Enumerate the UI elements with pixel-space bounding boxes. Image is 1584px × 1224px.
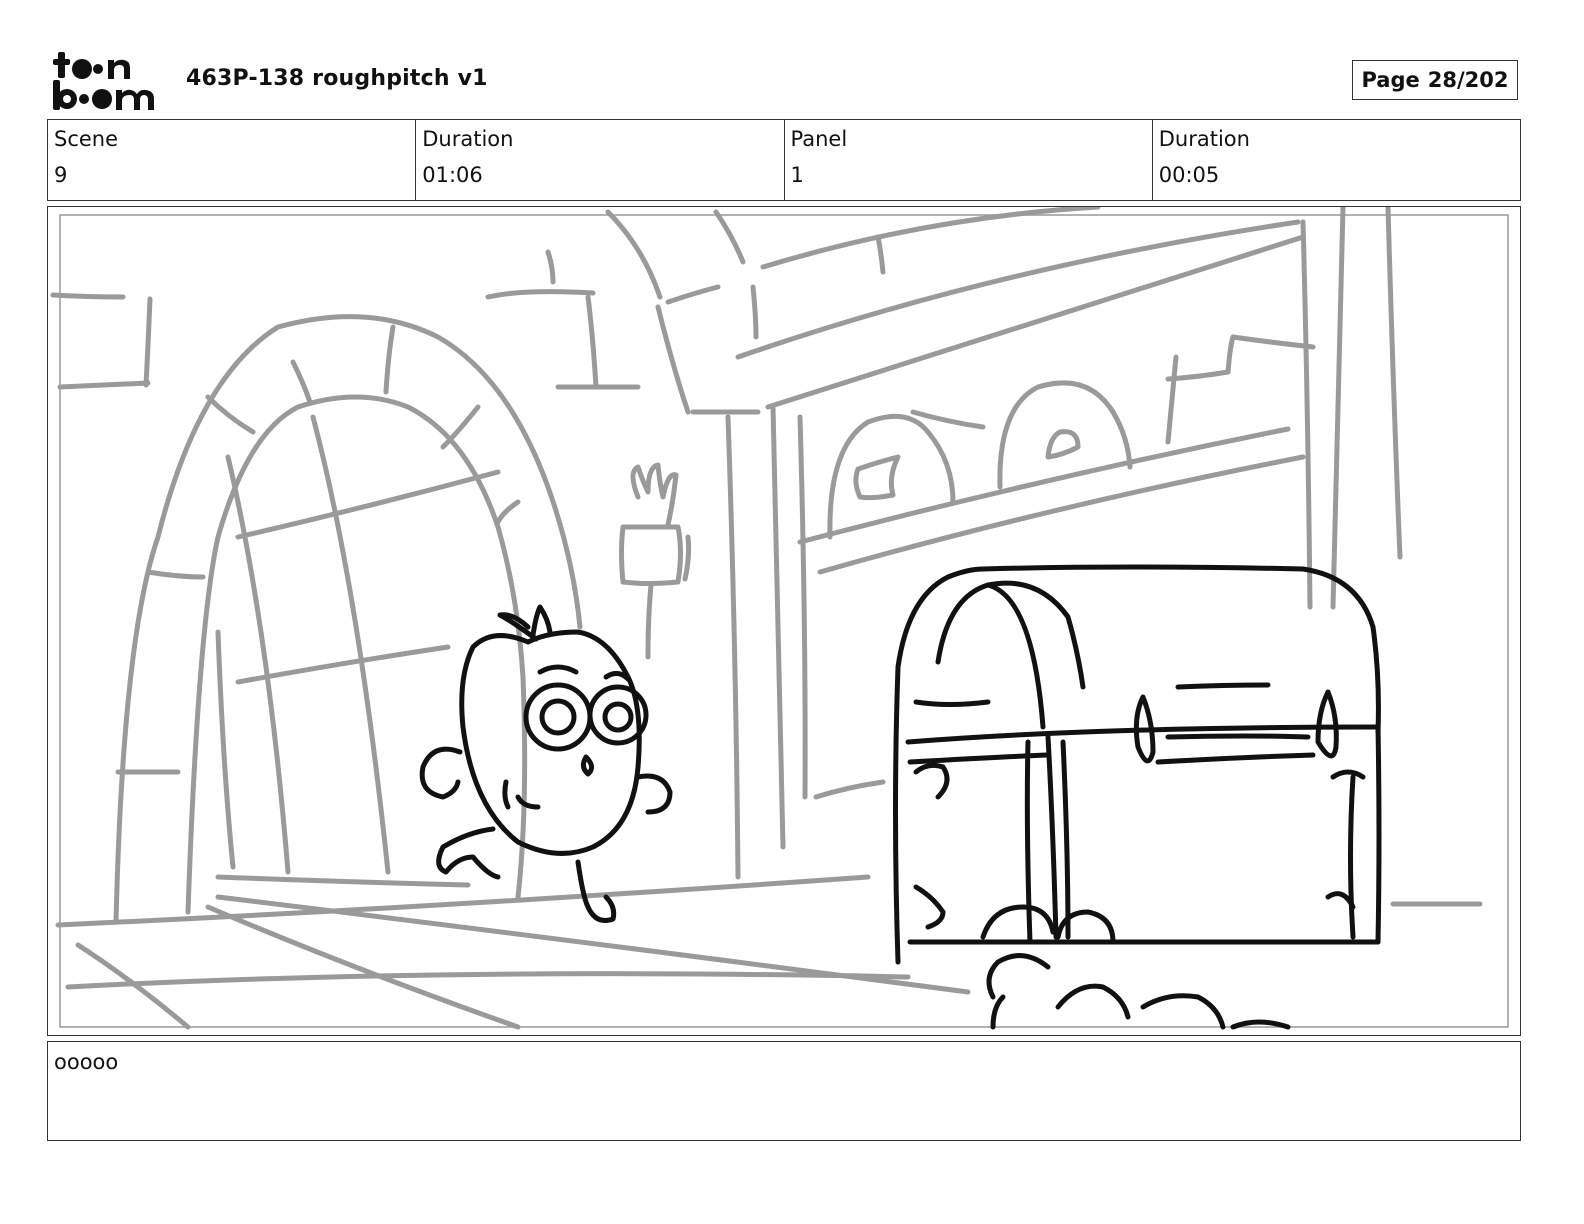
- scene-value: 9: [54, 163, 68, 187]
- scene-info-table: Scene 9 Duration 01:06 Panel 1 Duration …: [47, 119, 1521, 201]
- toonboom-logo: [50, 50, 164, 112]
- treasure-chest-sketch: [893, 564, 1382, 1030]
- page-number: 28/202: [1427, 68, 1509, 92]
- document-title: 463P-138 roughpitch v1: [186, 66, 488, 91]
- scene-cell: Scene 9: [48, 120, 417, 200]
- notes-text: ooooo: [54, 1050, 119, 1074]
- page-indicator: Page 28/202: [1352, 60, 1518, 100]
- scene-duration-cell: Duration 01:06: [416, 120, 785, 200]
- panel-label: Panel: [790, 127, 848, 151]
- background-sketch: [50, 207, 1483, 1030]
- panel-value: 1: [790, 163, 804, 187]
- scene-label: Scene: [54, 127, 119, 151]
- panel-sketch: [50, 207, 1509, 1030]
- panel-duration-value: 00:05: [1158, 163, 1220, 187]
- character-sketch: [419, 604, 673, 923]
- page-label: Page: [1361, 68, 1420, 92]
- panel-duration-cell: Duration 00:05: [1153, 120, 1520, 200]
- storyboard-panel: [47, 206, 1521, 1036]
- scene-duration-value: 01:06: [422, 163, 483, 187]
- panel-duration-label: Duration: [1158, 127, 1250, 151]
- scene-duration-label: Duration: [422, 127, 514, 151]
- panel-cell: Panel 1: [785, 120, 1153, 200]
- panel-notes: ooooo: [47, 1041, 1521, 1141]
